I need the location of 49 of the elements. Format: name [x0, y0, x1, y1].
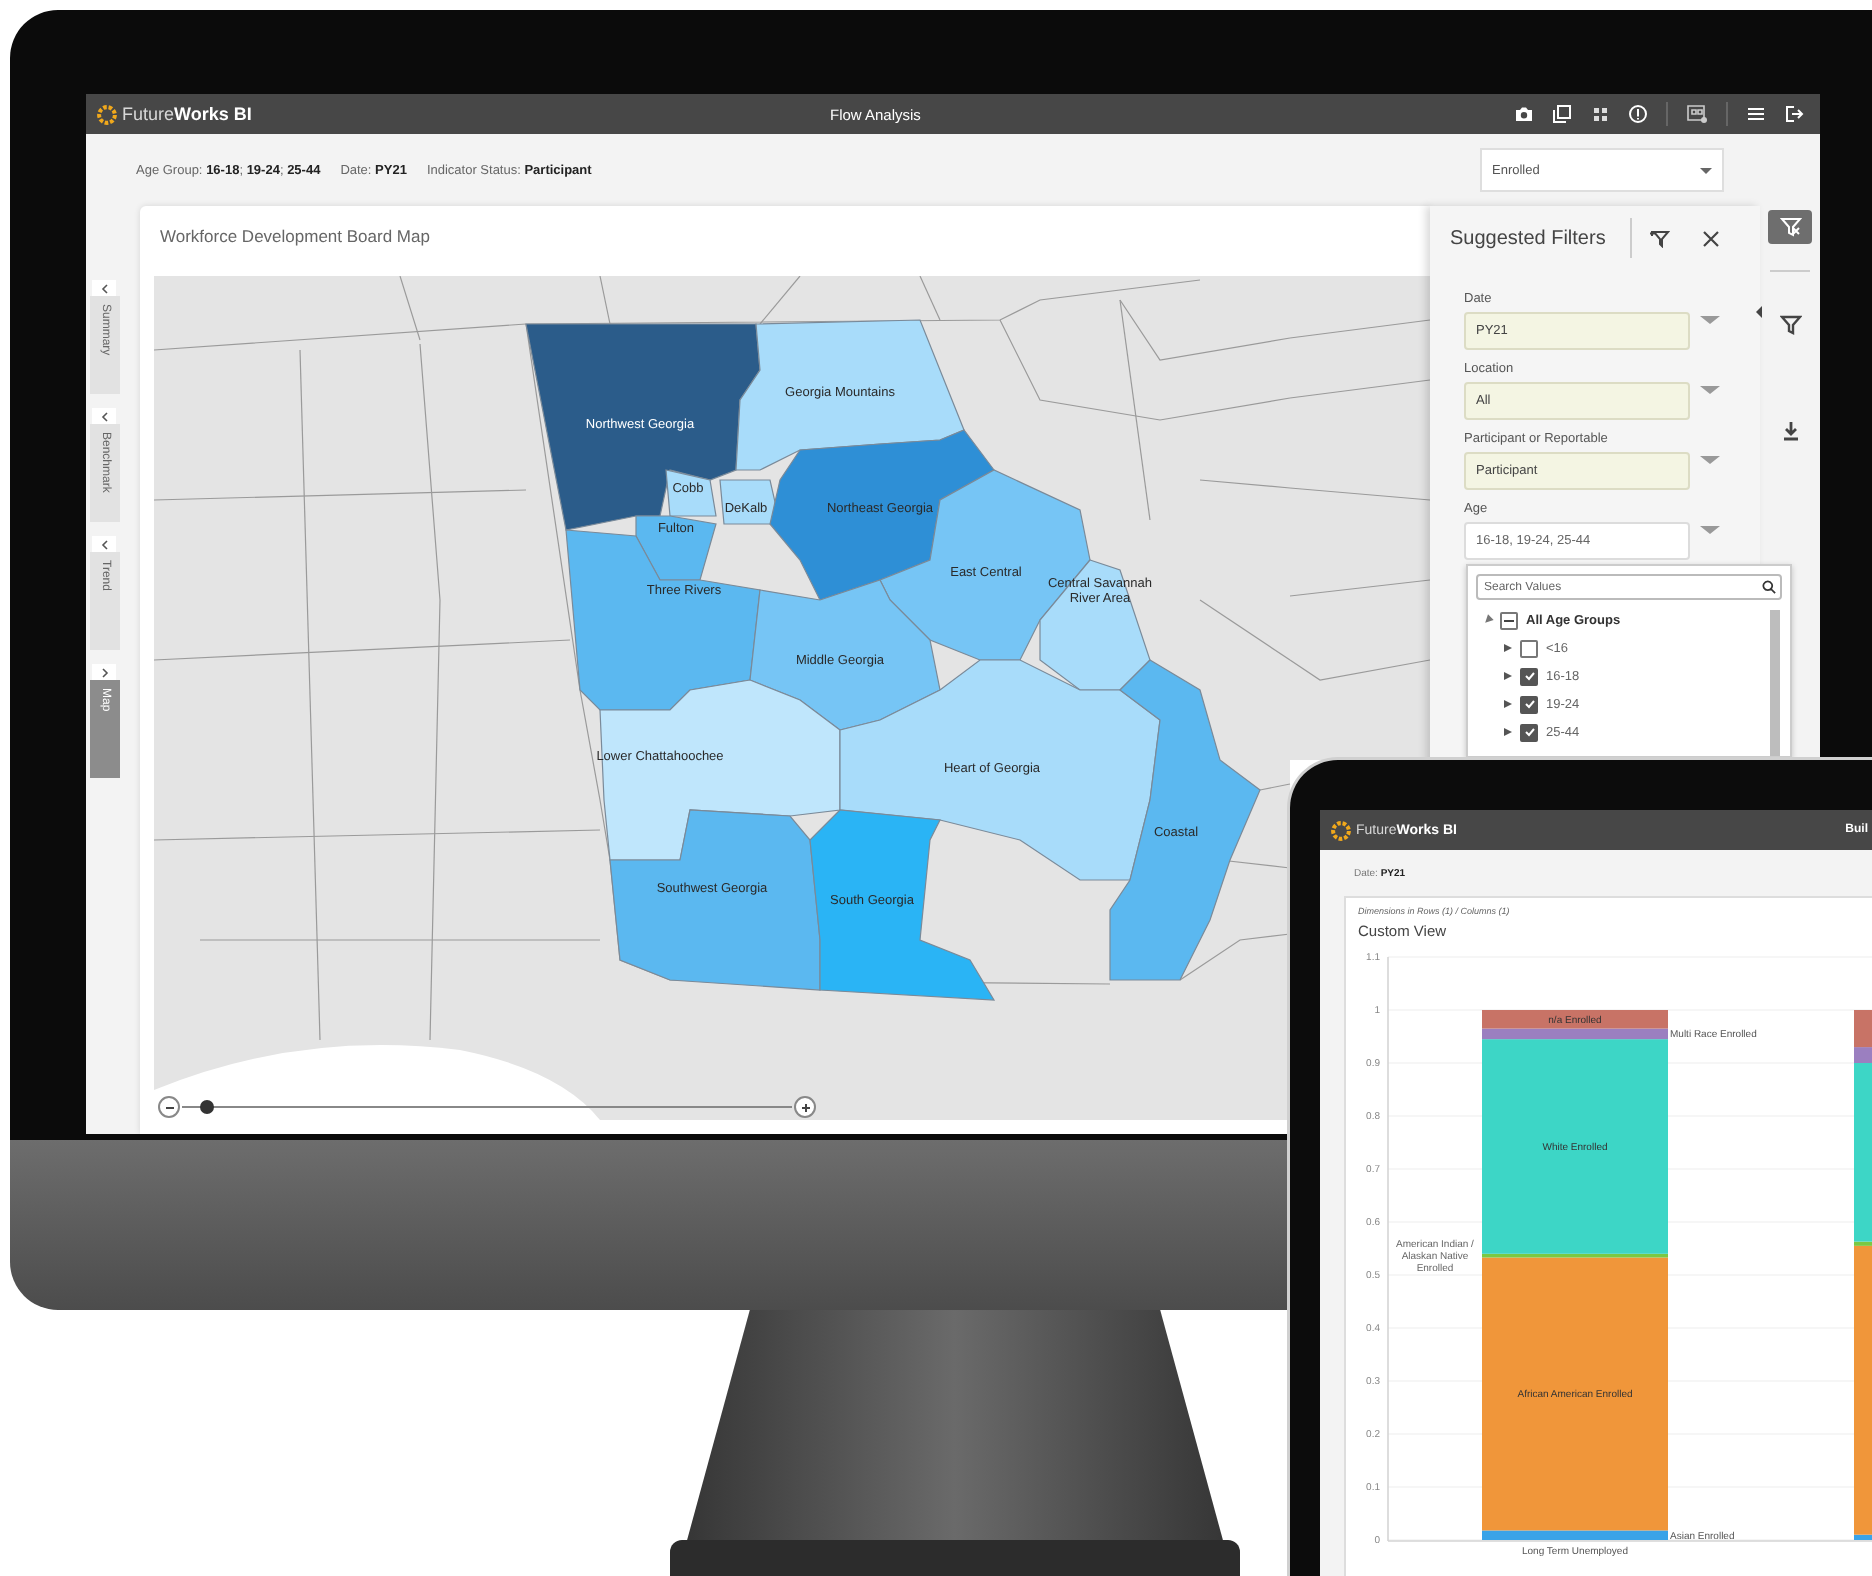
gallery-icon[interactable] — [1552, 104, 1572, 124]
info-icon[interactable] — [1628, 104, 1648, 124]
expand-arrow-icon[interactable] — [1504, 672, 1512, 680]
menu-icon[interactable] — [1746, 104, 1766, 124]
region-shape[interactable] — [635, 515, 717, 581]
panel-title: Suggested Filters — [1450, 227, 1606, 249]
logo-wordmark: FutureWorks BI — [122, 104, 252, 124]
logout-icon[interactable] — [1784, 104, 1804, 124]
funnel-cross-icon[interactable] — [1779, 216, 1801, 238]
dropdown-caret-icon[interactable] — [1700, 526, 1720, 534]
clear-filter-button[interactable] — [1768, 210, 1812, 244]
minus-icon[interactable] — [163, 1101, 175, 1113]
close-icon[interactable] — [1701, 229, 1720, 247]
chevron-left-icon[interactable] — [99, 539, 109, 549]
expand-arrow-icon[interactable] — [1504, 644, 1512, 652]
expand-arrow-icon[interactable] — [1504, 700, 1512, 708]
tab-toggle-button[interactable] — [92, 280, 116, 296]
checkmark-icon — [1523, 698, 1535, 710]
checkbox[interactable] — [1520, 695, 1538, 713]
tab-toggle-button[interactable] — [92, 536, 116, 552]
dropdown-caret-icon[interactable] — [1700, 316, 1720, 324]
checkmark-icon — [1523, 670, 1535, 682]
gear-logo-icon — [1330, 819, 1352, 841]
download-icon[interactable] — [1779, 420, 1801, 442]
dashboard-settings-icon[interactable] — [1686, 104, 1708, 124]
chevron-left-icon[interactable] — [99, 283, 109, 293]
card-title: Workforce Development Board Map — [158, 224, 432, 250]
chevron-left-icon[interactable] — [99, 411, 109, 421]
gear-logo-icon — [96, 103, 118, 125]
pointer-arrow-icon — [1756, 306, 1762, 318]
checkmark-icon — [1523, 726, 1535, 738]
checkbox[interactable] — [1520, 723, 1538, 741]
expand-arrow-icon[interactable] — [1504, 728, 1512, 736]
checkbox[interactable] — [1500, 611, 1518, 629]
region-shape[interactable] — [735, 319, 965, 471]
checkbox[interactable] — [1520, 667, 1538, 685]
region-shape[interactable] — [1039, 559, 1151, 691]
funnel-icon[interactable] — [1649, 228, 1670, 248]
dropdown-caret-icon[interactable] — [1700, 456, 1720, 464]
plus-icon[interactable] — [799, 1101, 811, 1113]
chevron-right-icon[interactable] — [99, 667, 109, 677]
grid-icon[interactable] — [1590, 104, 1610, 124]
scrollbar[interactable] — [1770, 610, 1780, 756]
camera-icon[interactable] — [1514, 104, 1534, 124]
tab-toggle-button[interactable] — [92, 408, 116, 424]
funnel-icon[interactable] — [1779, 314, 1801, 336]
tab-toggle-button[interactable] — [92, 664, 116, 680]
dropdown-caret-icon[interactable] — [1700, 386, 1720, 394]
checkbox[interactable] — [1520, 639, 1538, 657]
